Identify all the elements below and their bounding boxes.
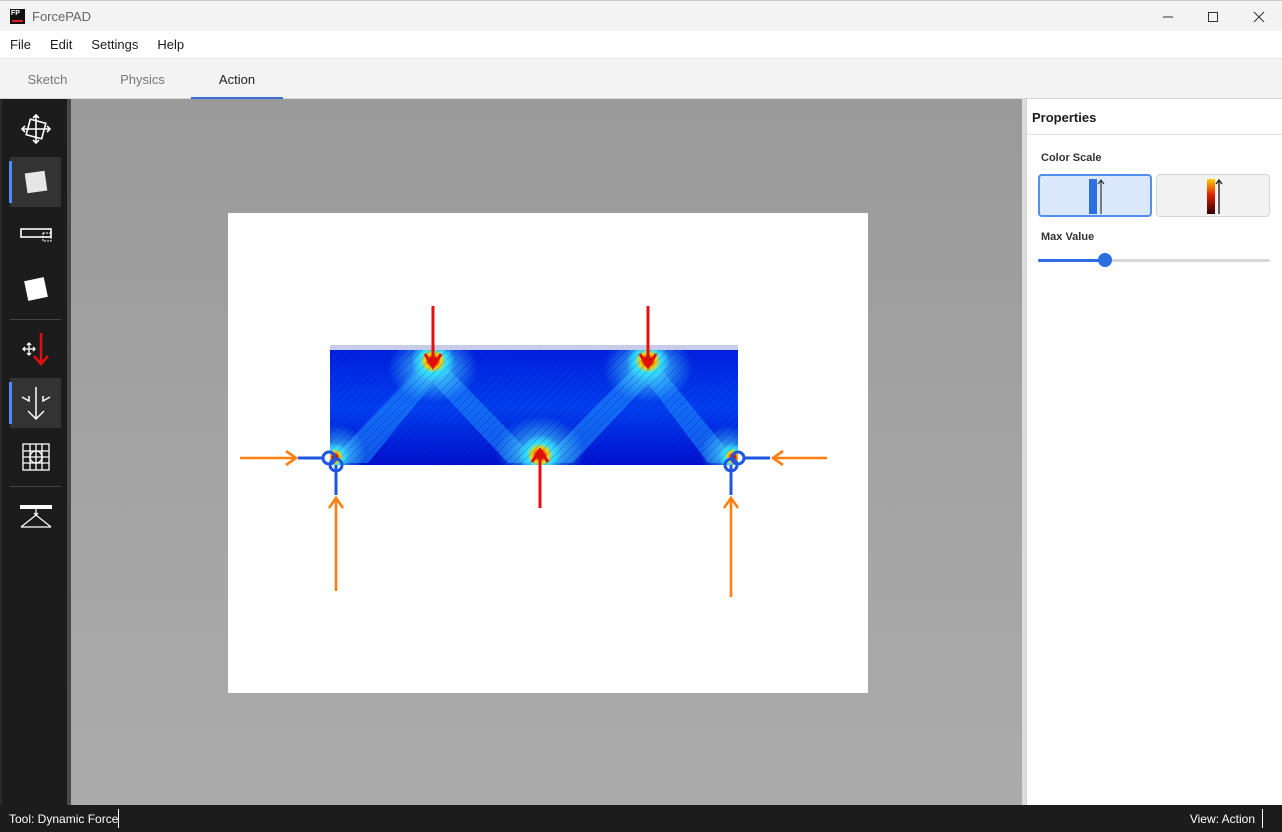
tab-action[interactable]: Action [191,60,283,100]
close-button[interactable] [1236,1,1282,32]
support-right[interactable] [723,450,770,495]
max-value-slider-thumb[interactable] [1098,253,1113,267]
heat-scale-icon [1207,178,1223,214]
material-tool-button[interactable] [9,157,61,207]
load-arrow-icon [21,333,49,366]
status-divider [1262,809,1263,828]
shape-tool-button[interactable] [10,264,61,314]
menu-file[interactable]: File [10,37,31,52]
constraint-bar-icon [19,228,52,242]
minimize-button[interactable] [1145,1,1191,32]
structure-tool-button[interactable] [10,491,61,541]
beam-body [330,350,738,465]
load-arrow-center[interactable] [530,447,550,508]
model-sheet[interactable] [228,213,868,693]
tab-sketch[interactable]: Sketch [0,60,95,99]
stress-visualization [240,306,827,597]
app-logo-icon: FP [10,9,25,24]
support-left[interactable] [298,450,344,495]
tab-bar: Sketch Physics Action [0,60,1282,100]
menu-bar: File Edit Settings Help [0,31,1282,59]
maximize-button[interactable] [1190,1,1236,32]
heat-scale-button[interactable] [1156,174,1270,217]
minimize-icon [1163,16,1173,17]
move-tool-button[interactable] [10,104,61,154]
properties-title: Properties [1027,99,1282,135]
status-divider [118,809,119,828]
structure-icon [19,505,52,528]
material-square-icon [24,170,47,194]
menu-settings[interactable]: Settings [91,37,138,52]
blue-scale-icon [1089,178,1105,214]
max-value-slider[interactable] [1038,253,1270,267]
move-icon [20,113,51,145]
menu-edit[interactable]: Edit [50,37,72,52]
mesh-tool-button[interactable] [10,432,61,482]
maximize-icon [1208,11,1218,22]
window-title: ForcePAD [32,9,91,24]
tool-palette [0,99,67,805]
close-icon [1253,11,1265,22]
color-scale-label: Color Scale [1041,152,1102,164]
reaction-arrow-right-horizontal [770,449,827,467]
tab-physics[interactable]: Physics [95,60,190,99]
toolbar-divider [10,319,61,320]
max-value-label: Max Value [1041,231,1095,243]
load-arrow-left[interactable] [423,306,443,370]
status-bar: Tool: Dynamic Force View: Action [0,805,1282,832]
dynamic-force-tool-button[interactable] [9,378,61,428]
app-logo-text: FP [11,10,20,17]
status-view: View: Action [1189,812,1255,826]
dynamic-force-icon [21,387,50,421]
title-bar: FP ForcePAD [0,0,1282,31]
reaction-arrow-left-horizontal [240,449,299,467]
properties-panel: Properties Color Scale Max Value [1026,99,1282,805]
load-tool-button[interactable] [10,324,61,374]
load-arrow-right[interactable] [638,306,658,370]
constraint-tool-button[interactable] [10,210,61,260]
shape-square-icon [23,277,48,301]
menu-help[interactable]: Help [157,37,184,52]
reaction-arrow-right-vertical [722,495,740,597]
toolbar-divider [10,486,61,487]
reaction-arrow-left-vertical [327,495,345,591]
mesh-icon [21,443,50,471]
drawing-canvas[interactable] [67,99,1022,805]
status-tool: Tool: Dynamic Force [9,812,119,826]
blue-scale-button[interactable] [1038,174,1152,217]
max-value-slider-fill [1038,259,1106,262]
